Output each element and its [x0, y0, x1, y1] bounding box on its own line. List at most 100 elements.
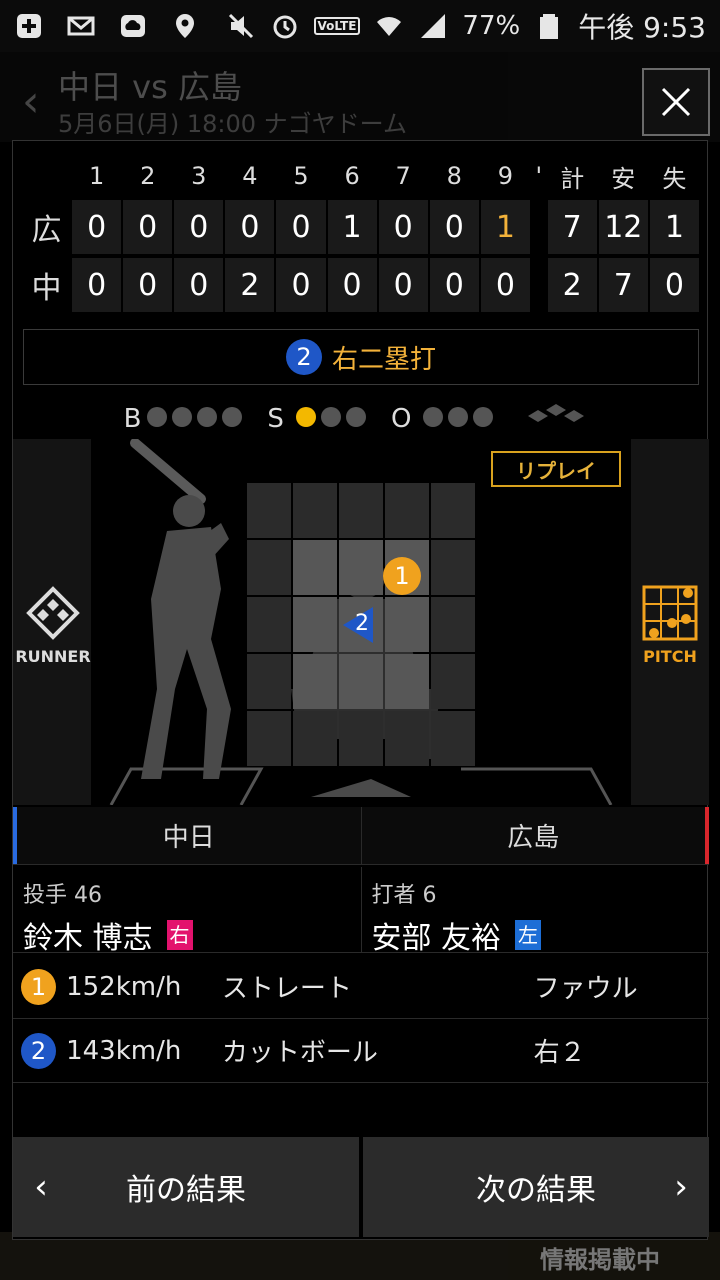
total-runs-header: 計 [560, 164, 585, 193]
back-icon: ‹ [22, 76, 40, 127]
ball-count: B S O [13, 399, 709, 439]
total-runs: 2 [547, 258, 597, 312]
scoreboard-row-visitor: 広 0 0 0 0 0 1 0 0 1 7 12 1 [21, 199, 701, 255]
inning-label: 9 [497, 162, 513, 190]
inning-label: 6 [344, 162, 360, 190]
pitch-number-badge: 2 [285, 339, 322, 375]
scoreboard: 1 2 3 4 5 6 7 8 9 ' 計 安 失 広 0 0 0 0 0 1 … [21, 153, 701, 313]
mute-icon [226, 11, 256, 41]
pitch-marker-1[interactable]: 1 [383, 557, 421, 595]
inning-label: 7 [395, 162, 411, 190]
inning-label: 4 [242, 162, 258, 190]
inning-score-current: 1 [480, 200, 530, 254]
inning-score: 0 [72, 258, 122, 312]
status-bar: VoLTE 77% 午後 9:53 [0, 0, 720, 52]
add-icon [14, 11, 44, 41]
extra-mark: ' [535, 162, 543, 190]
alarm-icon [270, 11, 300, 41]
pitch-field: 1 2 リプレイ RUNNER PITCH [13, 439, 709, 805]
team-abbr: 中 [31, 271, 62, 306]
next-result-button[interactable]: 次の結果 › [363, 1137, 709, 1237]
team-right: 広島 [361, 807, 709, 864]
inning-score: 0 [378, 258, 428, 312]
signal-icon [418, 11, 448, 41]
inning-label: 8 [446, 162, 462, 190]
pitch-row: 1 152km/h ストレート ファウル [13, 955, 709, 1019]
inning-score: 0 [123, 258, 173, 312]
inning-score: 0 [429, 200, 479, 254]
inning-score: 0 [174, 258, 224, 312]
close-icon [661, 87, 691, 117]
pitch-result: ファウル [533, 974, 638, 1004]
inning-label: 3 [191, 162, 207, 190]
total-runs: 7 [547, 200, 597, 254]
runner-label: RUNNER [15, 647, 91, 666]
pitch-type: カットボール [221, 1038, 378, 1068]
previous-result-button[interactable]: ‹ 前の結果 [13, 1137, 359, 1237]
inning-label: 5 [293, 162, 309, 190]
inning-score: 0 [276, 200, 326, 254]
previous-result-label: 前の結果 [126, 1173, 246, 1208]
out-dot [423, 407, 444, 427]
close-button[interactable] [642, 68, 710, 136]
team-header: 中日 広島 [13, 807, 709, 865]
ball-dot [222, 407, 243, 427]
pitcher-info: 投手 46 鈴木 博志 右 [13, 867, 362, 956]
replay-button[interactable]: リプレイ [491, 451, 621, 487]
chevron-right-icon: › [674, 1167, 688, 1207]
diamond-icon [26, 586, 80, 640]
play-result-text: 右二塁打 [331, 344, 436, 375]
errors-header: 失 [662, 164, 687, 193]
banner-text: 情報掲載中 [540, 1246, 660, 1274]
inning-score: 0 [378, 200, 428, 254]
pitch-grid-icon [642, 585, 698, 641]
pitch-row: 2 143km/h カットボール 右２ [13, 1019, 709, 1083]
ball-dot [172, 407, 193, 427]
out-dot [473, 407, 494, 427]
battery-percent: 77% [462, 11, 521, 41]
outs-dots [423, 404, 498, 434]
strike-dot [320, 407, 341, 427]
clock: 午後 9:53 [578, 11, 706, 44]
pitch-marker-2[interactable]: 2 [341, 605, 373, 643]
total-hits: 7 [598, 258, 648, 312]
inning-score: 1 [327, 200, 377, 254]
inning-label: 2 [140, 162, 156, 190]
player-matchup: 投手 46 鈴木 博志 右 打者 6 安部 友裕 左 [13, 867, 710, 956]
inning-score: 0 [429, 258, 479, 312]
pitch-label: PITCH [643, 647, 697, 666]
batter-name: 安部 友裕 [371, 921, 502, 956]
inning-label: 1 [88, 162, 105, 190]
cloud-icon [118, 11, 148, 41]
background-title: 中日 vs 広島 [58, 68, 242, 106]
batter-hand-badge: 左 [515, 920, 542, 950]
pitch-number-badge: 2 [21, 1032, 57, 1069]
pitch-number-badge: 1 [21, 968, 57, 1005]
pitch-type: ストレート [221, 974, 352, 1004]
runner-button[interactable]: RUNNER [13, 585, 93, 666]
strike-dot-on [295, 407, 316, 427]
pitch-detail-modal: 1 2 3 4 5 6 7 8 9 ' 計 安 失 広 0 0 0 0 0 1 … [12, 140, 710, 1240]
pitcher-role: 投手 46 [23, 883, 102, 908]
batter-info: 打者 6 安部 友裕 左 [362, 867, 710, 956]
hits-header: 安 [611, 164, 636, 193]
balls-label: B [123, 404, 142, 434]
ball-dot [197, 407, 218, 427]
inning-score: 0 [225, 200, 275, 254]
team-abbr: 広 [31, 213, 62, 248]
pitch-button[interactable]: PITCH [631, 585, 709, 666]
wifi-icon [374, 11, 404, 41]
inning-score: 0 [123, 200, 173, 254]
scoreboard-header: 1 2 3 4 5 6 7 8 9 ' 計 安 失 [21, 153, 701, 199]
background-header: ‹ 中日 vs 広島 5月6日(月) 18:00 ナゴヤドーム [0, 52, 720, 142]
inning-score: 0 [480, 258, 530, 312]
play-result: 2 右二塁打 [23, 329, 699, 385]
total-hits: 12 [598, 200, 648, 254]
total-errors: 0 [649, 258, 699, 312]
pitch-speed: 143km/h [66, 1035, 182, 1066]
chevron-left-icon: ‹ [34, 1167, 48, 1207]
strikes-label: S [267, 404, 284, 434]
mail-icon [66, 11, 96, 41]
ball-dot [147, 407, 168, 427]
inning-score: 0 [174, 200, 224, 254]
